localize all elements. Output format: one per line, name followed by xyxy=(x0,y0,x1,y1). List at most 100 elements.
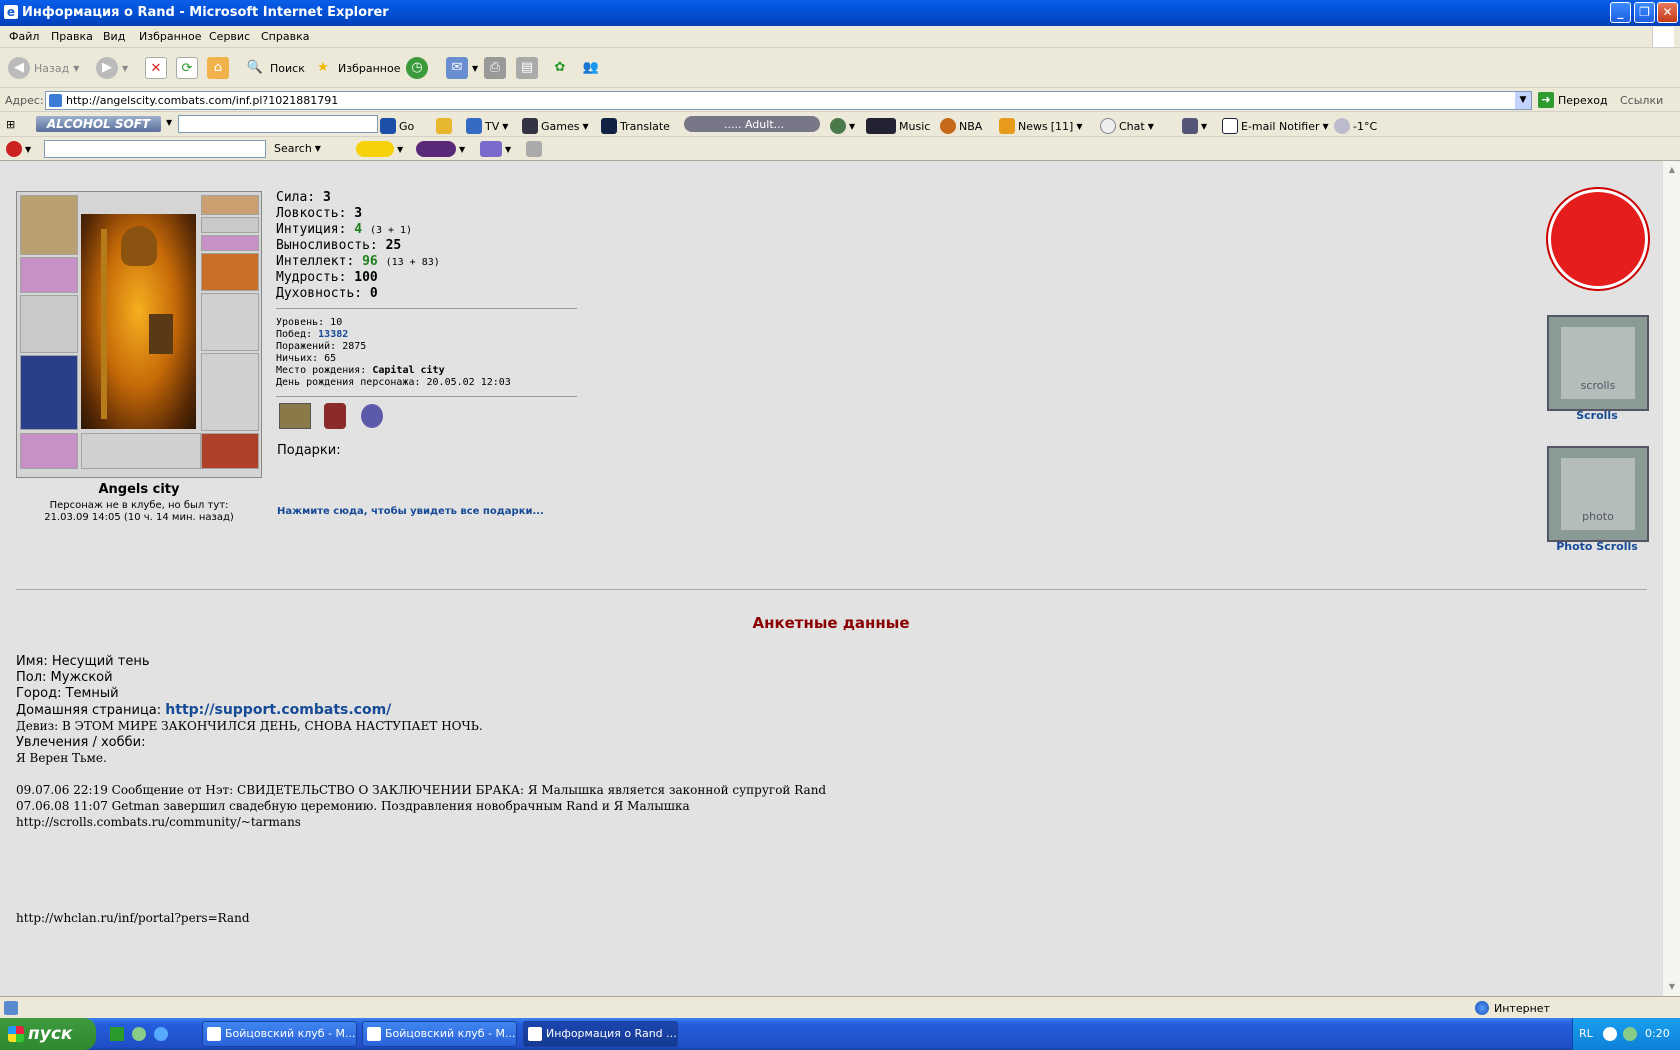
close-button[interactable]: ✕ xyxy=(1657,2,1678,23)
draws: Ничьих: 65 xyxy=(276,353,337,364)
go-button[interactable]: ➜ Переход xyxy=(1538,92,1608,108)
character-avatar[interactable] xyxy=(81,214,196,429)
nba-button[interactable]: NBA xyxy=(940,118,982,134)
rings-slot[interactable] xyxy=(201,235,259,251)
start-button[interactable]: пуск xyxy=(0,1018,96,1050)
smiley-button[interactable]: ▼ xyxy=(356,141,403,157)
amulet-slot[interactable] xyxy=(201,217,259,233)
news-button[interactable]: News [11] ▼ xyxy=(999,118,1082,134)
edit-button[interactable]: ▤ xyxy=(516,56,538,80)
quicklaunch-ie-icon[interactable] xyxy=(154,1027,168,1041)
belt-slot[interactable] xyxy=(20,433,78,469)
vertical-scrollbar[interactable]: ▲ ▼ xyxy=(1662,161,1680,996)
tray-back-icon[interactable] xyxy=(1603,1027,1617,1041)
email-notifier-button[interactable]: E-mail Notifier ▼ xyxy=(1222,118,1329,134)
menu-help[interactable]: Справка xyxy=(261,30,309,43)
alcohol-go-button[interactable]: Go xyxy=(380,118,414,134)
shield-button[interactable] xyxy=(436,118,452,134)
task-combats-1[interactable]: Бойцовский клуб - M... xyxy=(202,1021,357,1047)
task-rand-info[interactable]: Информация о Rand ... xyxy=(523,1021,678,1047)
favorites-button[interactable]: ★ Избранное xyxy=(312,56,400,80)
homepage-link[interactable]: http://support.combats.com/ xyxy=(165,702,391,718)
scroll-down-icon[interactable]: ▼ xyxy=(1665,980,1679,994)
games-button[interactable]: Games ▼ xyxy=(522,118,589,134)
task-combats-2[interactable]: Бойцовский клуб - M... xyxy=(362,1021,517,1047)
weather-button[interactable]: -1°C xyxy=(1334,118,1377,134)
ladybug-button[interactable]: ▼ xyxy=(6,141,31,157)
mail-check-button[interactable]: ▼ xyxy=(1182,118,1207,134)
refresh-button[interactable]: ⟳ xyxy=(176,56,198,80)
photo-scrolls-banner[interactable]: photo xyxy=(1547,446,1649,542)
guild-badge-icon[interactable] xyxy=(279,403,311,429)
toolbar-options-icon[interactable]: ⊞ xyxy=(6,118,15,131)
translate-button[interactable]: Translate xyxy=(601,118,670,134)
tray-flower-icon[interactable] xyxy=(1623,1027,1637,1041)
profile-gender: Пол: Мужской xyxy=(16,670,113,685)
forward-button[interactable]: ▶ ▼ xyxy=(96,56,128,80)
gifts-link[interactable]: Нажмите сюда, чтобы увидеть все подарки.… xyxy=(277,506,544,517)
menu-bar: Файл Правка Вид Избранное Сервис Справка xyxy=(0,26,1680,48)
tv-button[interactable]: TV ▼ xyxy=(466,118,508,134)
search-button[interactable]: 🔍 Поиск xyxy=(244,56,305,80)
print-button[interactable]: ⎙ xyxy=(484,56,506,80)
minimize-button[interactable]: _ xyxy=(1610,2,1631,23)
extra-search-button[interactable]: Search ▼ xyxy=(274,142,321,155)
eyes-button[interactable]: ▼ xyxy=(416,141,465,157)
music-button[interactable]: Music xyxy=(866,118,930,134)
maximize-button[interactable]: ❐ xyxy=(1634,2,1655,23)
history-button[interactable]: ◷ xyxy=(406,56,428,80)
temperature-text: -1°C xyxy=(1353,119,1378,133)
chat-button[interactable]: Chat ▼ xyxy=(1100,118,1154,134)
stop-button[interactable]: ✕ xyxy=(145,56,167,80)
boots-slot[interactable] xyxy=(201,433,259,469)
helmet-slot[interactable] xyxy=(20,195,78,255)
info-divider xyxy=(276,396,577,397)
menu-tools[interactable]: Сервис xyxy=(209,30,250,43)
armor-slot[interactable] xyxy=(20,355,78,430)
back-button[interactable]: ◀ Назад ▼ xyxy=(8,56,79,80)
links-button[interactable]: Ссылки xyxy=(1620,94,1663,107)
address-input[interactable]: http://angelscity.combats.com/inf.pl?102… xyxy=(45,91,1532,110)
icq-button[interactable]: ✿ xyxy=(549,56,571,80)
scrolls-banner[interactable]: scrolls xyxy=(1547,315,1649,411)
pocket-slot[interactable] xyxy=(81,433,201,469)
shield-icon xyxy=(436,118,452,134)
language-indicator[interactable]: RL xyxy=(1579,1027,1593,1040)
gloves-slot[interactable] xyxy=(201,253,259,291)
messenger-button[interactable]: 👥 xyxy=(580,56,602,80)
logo-dropdown-icon[interactable]: ▼ xyxy=(166,118,172,127)
photo-scrolls-link[interactable]: Photo Scrolls xyxy=(1537,540,1657,553)
stat-extra: (13 + 83) xyxy=(385,257,440,268)
clock[interactable]: 0:20 xyxy=(1645,1027,1670,1040)
earrings-slot[interactable] xyxy=(201,195,259,215)
menu-file[interactable]: Файл xyxy=(9,30,39,43)
address-dropdown-icon[interactable]: ▼ xyxy=(1515,92,1531,109)
scrolls-banner-text: scrolls xyxy=(1561,327,1635,399)
combat-emblem-icon[interactable] xyxy=(1548,189,1648,289)
extra-search-input[interactable] xyxy=(44,140,266,158)
home-button[interactable]: ⌂ xyxy=(207,56,229,80)
scroll-up-icon[interactable]: ▲ xyxy=(1665,163,1679,177)
clan-badge-icon[interactable] xyxy=(361,404,383,428)
leggings-slot[interactable] xyxy=(201,353,259,431)
menu-favorites[interactable]: Избранное xyxy=(139,30,201,43)
globe-button[interactable]: ▼ xyxy=(830,118,855,134)
weapon-slot[interactable] xyxy=(20,295,78,353)
quicklaunch-icq-icon[interactable] xyxy=(110,1027,124,1041)
zone-label: Интернет xyxy=(1494,1001,1550,1015)
mail-button[interactable]: ✉ ▼ xyxy=(446,56,478,80)
bracelet-slot[interactable] xyxy=(20,257,78,293)
menu-view[interactable]: Вид xyxy=(103,30,125,43)
alcohol-search-input[interactable] xyxy=(178,115,378,133)
quicklaunch-flower-icon[interactable] xyxy=(132,1027,146,1041)
shield-slot[interactable] xyxy=(201,293,259,351)
scrolls-link[interactable]: Scrolls xyxy=(1537,409,1657,422)
radio-player[interactable]: ..... Adult... xyxy=(684,116,820,132)
ie-window: e Информация о Rand - Microsoft Internet… xyxy=(0,0,1680,1050)
task-label: Бойцовский клуб - M... xyxy=(225,1027,356,1040)
cursor-button[interactable]: ▼ xyxy=(480,141,511,157)
alcohol-soft-logo[interactable]: ALCOHOL SOFT xyxy=(36,116,161,132)
menu-edit[interactable]: Правка xyxy=(51,30,93,43)
shield-badge-icon[interactable] xyxy=(324,403,346,429)
highlighter-button[interactable] xyxy=(526,141,542,157)
